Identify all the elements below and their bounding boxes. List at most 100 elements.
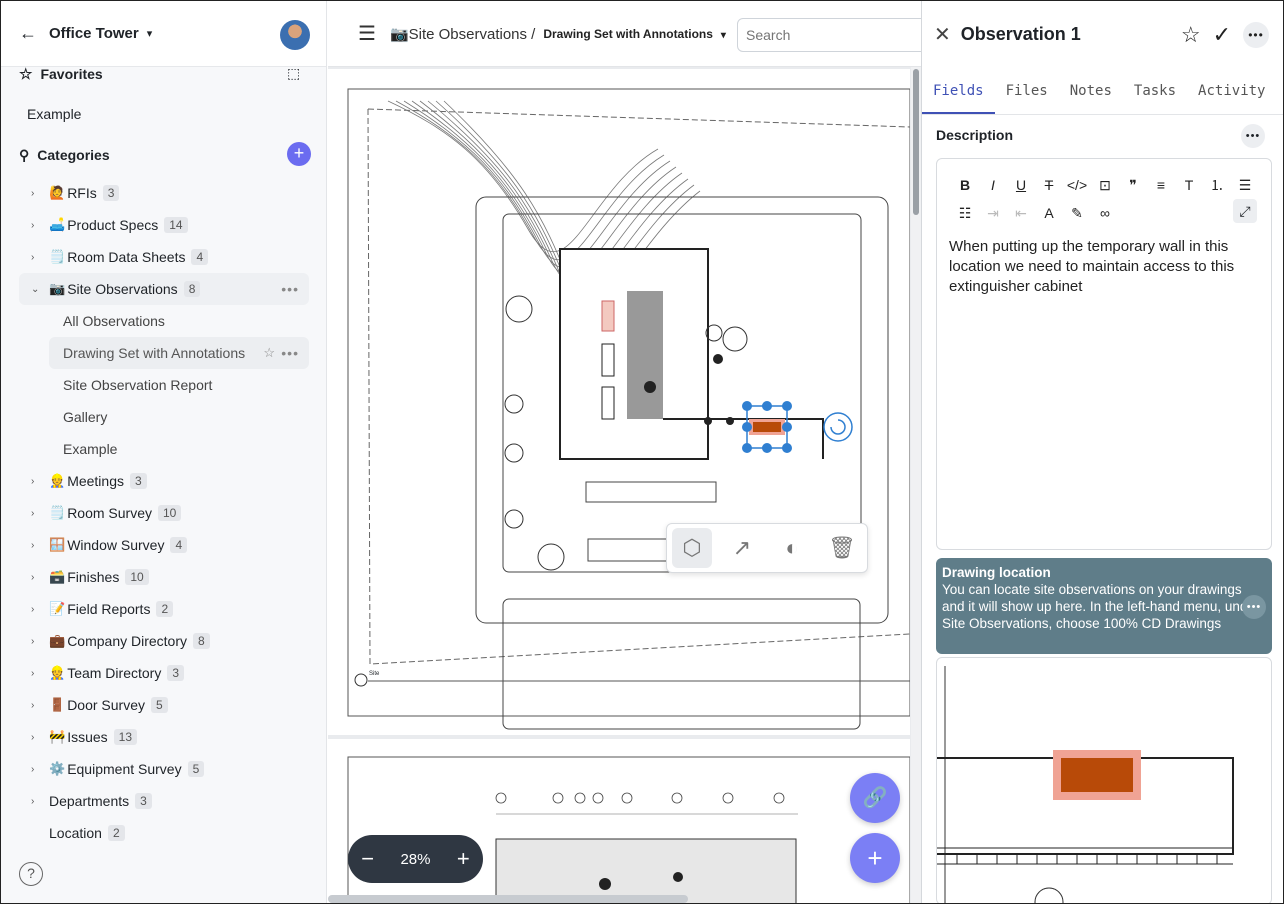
code-block-icon[interactable]: ⊡ xyxy=(1091,177,1119,194)
vertical-scrollbar[interactable] xyxy=(911,67,921,903)
favorites-header[interactable]: ☆ Favorites xyxy=(1,59,326,89)
chevron-right-icon[interactable]: › xyxy=(31,668,49,679)
sidebar-item-field-reports[interactable]: › 📝 Field Reports 2 xyxy=(1,593,326,625)
link-button[interactable]: 🔗 xyxy=(850,773,900,823)
edit-favorites-icon[interactable]: ⬚ xyxy=(287,65,300,82)
sub-item-site-observation-report[interactable]: Site Observation Report xyxy=(1,369,326,401)
description-editor[interactable]: B I U T </> ⊡ ❞ ≡ T ⒈ ☰ ☷ ⇥ ⇤ A ✎ ∞ ⤢ When putting up t… xyxy=(936,158,1272,550)
ordered-list-icon[interactable]: ⒈ xyxy=(1203,175,1231,195)
sidebar-item-rfis[interactable]: › 🙋 RFIs 3 xyxy=(1,177,326,209)
chevron-down-icon[interactable]: ▾ xyxy=(147,27,153,40)
sidebar-item-meetings[interactable]: › 👷 Meetings 3 xyxy=(1,465,326,497)
project-selector[interactable]: Office Tower xyxy=(49,25,139,42)
quote-icon[interactable]: ❞ xyxy=(1119,177,1147,194)
sidebar-item-finishes[interactable]: › 🗃️ Finishes 10 xyxy=(1,561,326,593)
more-options-icon[interactable]: ••• xyxy=(1243,22,1269,48)
align-icon[interactable]: ≡ xyxy=(1147,177,1175,193)
sidebar-item-room-survey[interactable]: › 🗒️ Room Survey 10 xyxy=(1,497,326,529)
menu-icon[interactable]: ☰ xyxy=(358,21,376,46)
trash-icon[interactable]: 🗑 xyxy=(822,528,862,568)
cube-3d-icon[interactable]: ⬡ xyxy=(672,528,712,568)
zoom-in-button[interactable]: + xyxy=(457,846,470,872)
avatar[interactable] xyxy=(280,20,310,50)
categories-header[interactable]: ⚲ Categories xyxy=(1,140,326,170)
drawing-location-preview[interactable] xyxy=(936,657,1272,903)
count-badge: 2 xyxy=(156,601,174,617)
chevron-right-icon[interactable]: › xyxy=(31,572,49,583)
more-options-icon[interactable]: ••• xyxy=(281,345,299,361)
strikethrough-icon[interactable]: T xyxy=(1035,177,1063,193)
tab-tasks[interactable]: Tasks xyxy=(1123,77,1187,114)
chevron-right-icon[interactable]: › xyxy=(31,796,49,807)
sidebar-item-company-directory[interactable]: › 💼 Company Directory 8 xyxy=(1,625,326,657)
more-options-icon[interactable]: ••• xyxy=(1242,595,1266,619)
text-size-icon[interactable]: T xyxy=(1175,177,1203,193)
zoom-out-button[interactable]: − xyxy=(361,846,374,872)
underline-icon[interactable]: U xyxy=(1007,177,1035,193)
sidebar-item-location[interactable]: Location 2 xyxy=(1,817,326,849)
checklist-icon[interactable]: ☷ xyxy=(951,205,979,222)
breadcrumb-current[interactable]: Drawing Set with Annotations ▾ xyxy=(543,27,726,41)
palette-icon[interactable]: ◐ xyxy=(772,528,812,568)
sub-item-example[interactable]: Example xyxy=(1,433,326,465)
sub-item-drawing-set[interactable]: Drawing Set with Annotations ☆ ••• xyxy=(49,337,309,369)
sidebar-item-site-observations[interactable]: ⌄ 📷 Site Observations 8 ••• xyxy=(19,273,309,305)
chevron-right-icon[interactable]: › xyxy=(31,188,49,199)
code-icon[interactable]: </> xyxy=(1063,177,1091,193)
description-text[interactable]: When putting up the temporary wall in th… xyxy=(949,237,1261,297)
sidebar-item-window-survey[interactable]: › 🪟 Window Survey 4 xyxy=(1,529,326,561)
chevron-right-icon[interactable]: › xyxy=(31,764,49,775)
expand-icon[interactable]: ⤢ xyxy=(1233,199,1257,223)
bold-icon[interactable]: B xyxy=(951,177,979,193)
star-icon[interactable]: ☆ xyxy=(263,345,275,361)
italic-icon[interactable]: I xyxy=(979,177,1007,193)
sidebar-item-room-data-sheets[interactable]: › 🗒️ Room Data Sheets 4 xyxy=(1,241,326,273)
chevron-right-icon[interactable]: › xyxy=(31,732,49,743)
sidebar-item-team-directory[interactable]: › 👷 Team Directory 3 xyxy=(1,657,326,689)
scrollbar-thumb[interactable] xyxy=(913,69,919,215)
chevron-right-icon[interactable]: › xyxy=(31,220,49,231)
drawing-sheet[interactable]: Site ⬡ ↗ ◐ 🗑 xyxy=(328,69,911,735)
tab-activity[interactable]: Activity xyxy=(1187,77,1276,114)
add-category-button[interactable]: + xyxy=(287,142,311,166)
tab-files[interactable]: Files xyxy=(995,77,1059,114)
sidebar-item-equipment-survey[interactable]: › ⚙️ Equipment Survey 5 xyxy=(1,753,326,785)
sub-item-gallery[interactable]: Gallery xyxy=(1,401,326,433)
check-circle-icon[interactable]: ✓ xyxy=(1213,22,1231,48)
tab-notes[interactable]: Notes xyxy=(1059,77,1123,114)
indent-icon[interactable]: ⇥ xyxy=(979,205,1007,222)
chevron-right-icon[interactable]: › xyxy=(31,636,49,647)
arrow-icon[interactable]: ↗ xyxy=(722,528,762,568)
close-icon[interactable]: ✕ xyxy=(934,22,951,47)
sidebar-item-departments[interactable]: › Departments 3 xyxy=(1,785,326,817)
bullet-list-icon[interactable]: ☰ xyxy=(1231,177,1259,194)
chevron-right-icon[interactable]: › xyxy=(31,700,49,711)
link-icon[interactable]: ∞ xyxy=(1091,205,1119,221)
more-options-icon[interactable]: ••• xyxy=(281,281,299,297)
chevron-right-icon[interactable]: › xyxy=(31,604,49,615)
sidebar-item-product-specs[interactable]: › 🛋️ Product Specs 14 xyxy=(1,209,326,241)
tab-fields[interactable]: Fields xyxy=(922,77,995,114)
count-badge: 3 xyxy=(135,793,152,809)
sub-item-all-observations[interactable]: All Observations xyxy=(1,305,326,337)
text-color-icon[interactable]: A xyxy=(1035,205,1063,221)
back-arrow-icon[interactable]: ← xyxy=(19,23,37,44)
chevron-right-icon[interactable]: › xyxy=(31,540,49,551)
add-button[interactable]: + xyxy=(850,833,900,883)
outdent-icon[interactable]: ⇤ xyxy=(1007,205,1035,222)
sidebar-item-issues[interactable]: › 🚧 Issues 13 xyxy=(1,721,326,753)
help-button[interactable]: ? xyxy=(19,862,43,886)
horizontal-scrollbar[interactable] xyxy=(328,895,688,903)
favorite-item[interactable]: Example xyxy=(1,99,326,129)
chevron-right-icon[interactable]: › xyxy=(31,252,49,263)
chevron-right-icon[interactable]: › xyxy=(31,508,49,519)
sidebar-item-door-survey[interactable]: › 🚪 Door Survey 5 xyxy=(1,689,326,721)
star-icon[interactable]: ☆ xyxy=(1181,22,1201,48)
description-more-icon[interactable]: ••• xyxy=(1241,124,1265,148)
star-icon: ☆ xyxy=(19,66,33,83)
chevron-down-icon[interactable]: ⌄ xyxy=(31,284,49,295)
breadcrumb-parent[interactable]: 📷Site Observations / xyxy=(390,25,535,43)
highlight-icon[interactable]: ✎ xyxy=(1063,205,1091,222)
search-input[interactable] xyxy=(737,18,937,52)
chevron-right-icon[interactable]: › xyxy=(31,476,49,487)
